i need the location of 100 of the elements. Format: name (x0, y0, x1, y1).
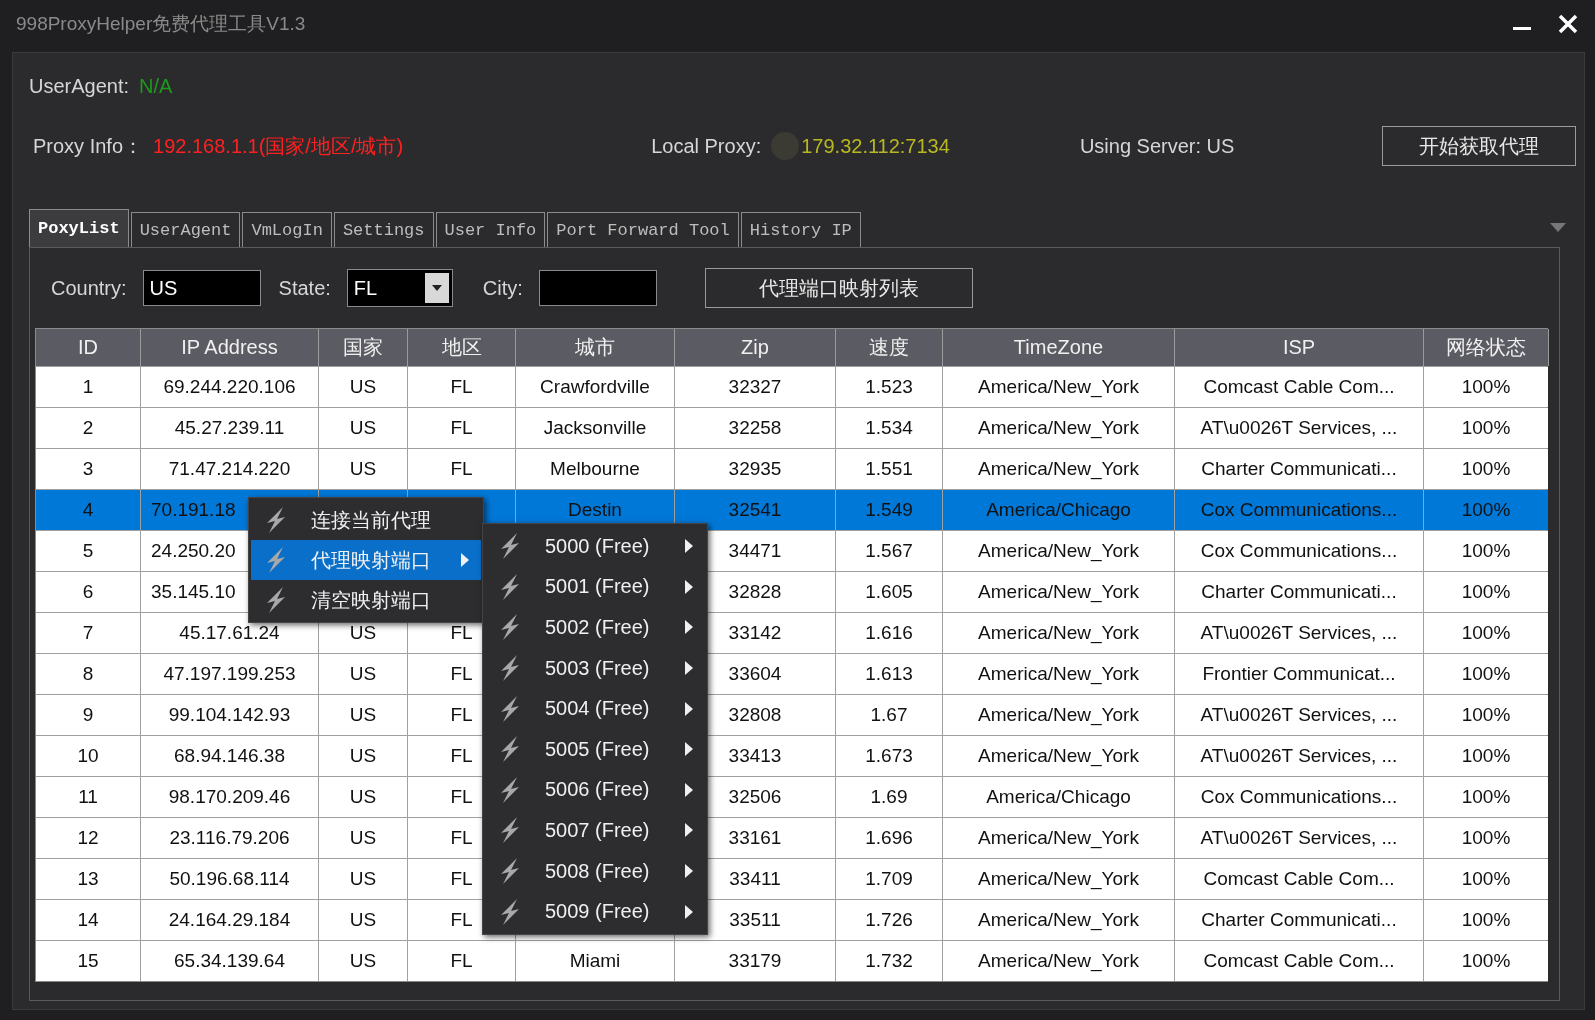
tab[interactable]: User Info (435, 212, 546, 247)
table-cell: 100% (1424, 777, 1548, 817)
table-cell: Jacksonville (516, 408, 674, 448)
table-cell: America/Chicago (943, 777, 1174, 817)
country-label: Country: (51, 276, 127, 300)
table-cell: America/New_York (943, 818, 1174, 858)
table-cell: 50.196.68.114 (141, 859, 318, 899)
table-cell: 99.104.142.93 (141, 695, 318, 735)
table-cell: 1.709 (836, 859, 942, 899)
table-cell: 32258 (675, 408, 835, 448)
table-cell: 100% (1424, 859, 1548, 899)
useragent-label: UserAgent: (29, 74, 130, 98)
table-cell: Comcast Cable Com... (1175, 367, 1423, 407)
table-cell: 4 (36, 490, 140, 530)
table-cell: 32327 (675, 367, 835, 407)
table-cell: AT\u0026T Services, ... (1175, 408, 1423, 448)
table-cell: 100% (1424, 408, 1548, 448)
table-cell: 7 (36, 613, 140, 653)
table-cell: America/New_York (943, 736, 1174, 776)
table-cell: America/New_York (943, 572, 1174, 612)
column-header[interactable]: ISP (1175, 329, 1424, 366)
start-button[interactable]: 开始获取代理 (1382, 126, 1576, 166)
table-cell: 1.696 (836, 818, 942, 858)
table-cell: America/New_York (943, 408, 1174, 448)
table-cell: FL (408, 367, 515, 407)
table-cell: 100% (1424, 736, 1548, 776)
table-cell: US (319, 449, 407, 489)
tab[interactable]: History IP (740, 212, 861, 247)
table-cell: 100% (1424, 695, 1548, 735)
column-header[interactable]: TimeZone (943, 329, 1175, 366)
table-cell: 1.67 (836, 695, 942, 735)
table-cell: America/Chicago (943, 490, 1174, 530)
table-cell: 47.197.199.253 (141, 654, 318, 694)
column-header[interactable]: Zip (675, 329, 836, 366)
table-cell: 68.94.146.38 (141, 736, 318, 776)
table-cell: 100% (1424, 367, 1548, 407)
table-cell: US (319, 777, 407, 817)
server-label: Using Server: US (1079, 134, 1235, 158)
table-cell: 5 (36, 531, 140, 571)
port-map-button[interactable]: 代理端口映射列表 (704, 268, 973, 308)
column-header[interactable]: IP Address (141, 329, 319, 366)
table-cell: 98.170.209.46 (141, 777, 318, 817)
table-cell: 1.616 (836, 613, 942, 653)
table-cell: Charter Communicati... (1175, 900, 1423, 940)
table-cell: US (319, 818, 407, 858)
table-cell: 1.732 (836, 941, 942, 981)
tab[interactable]: PoxyList (29, 209, 129, 247)
table-cell: 10 (36, 736, 140, 776)
table-cell: US (319, 736, 407, 776)
column-header[interactable]: ID (36, 329, 141, 366)
tab[interactable]: Port Forward Tool (547, 212, 739, 247)
table-cell: 3 (36, 449, 140, 489)
table-cell: 8 (36, 654, 140, 694)
country-field[interactable]: US (142, 270, 261, 306)
table-cell: 45.27.239.11 (141, 408, 318, 448)
table-cell: America/New_York (943, 531, 1174, 571)
table-cell: 1.605 (836, 572, 942, 612)
column-header[interactable]: 城市 (516, 329, 675, 366)
column-header[interactable]: 网络状态 (1424, 329, 1549, 366)
table-cell: Comcast Cable Com... (1175, 941, 1423, 981)
state-select[interactable]: FL (346, 269, 453, 307)
table-cell: Frontier Communicat... (1175, 654, 1423, 694)
table-cell: 13 (36, 859, 140, 899)
tab[interactable]: VmLogIn (242, 212, 332, 247)
table-cell: America/New_York (943, 900, 1174, 940)
local-proxy-label: Local Proxy: (651, 134, 762, 158)
table-cell: 100% (1424, 531, 1548, 571)
table-cell: AT\u0026T Services, ... (1175, 613, 1423, 653)
table-cell: 23.116.79.206 (141, 818, 318, 858)
table-cell: 100% (1424, 900, 1548, 940)
menu-item[interactable]: 代理映射端口 (251, 540, 481, 580)
table-cell: Miami (516, 941, 674, 981)
table-cell: US (319, 654, 407, 694)
table-cell: 45.17.61.24 (141, 613, 318, 653)
table-cell: 1.523 (836, 367, 942, 407)
tab[interactable]: Settings (333, 212, 434, 247)
table-cell: US (319, 367, 407, 407)
tab[interactable]: UserAgent (130, 212, 241, 247)
column-header[interactable]: 地区 (408, 329, 516, 366)
table-cell: Crawfordville (516, 367, 674, 407)
table-cell: America/New_York (943, 613, 1174, 653)
table-cell: America/New_York (943, 367, 1174, 407)
table-cell: 100% (1424, 654, 1548, 694)
table-cell: US (319, 695, 407, 735)
table-cell: 24.164.29.184 (141, 900, 318, 940)
column-header[interactable]: 速度 (836, 329, 943, 366)
table-cell: AT\u0026T Services, ... (1175, 736, 1423, 776)
table-cell: US (319, 408, 407, 448)
table-cell: Cox Communications... (1175, 777, 1423, 817)
table-cell: 6 (36, 572, 140, 612)
table-cell: 1.613 (836, 654, 942, 694)
table-cell: FL (408, 449, 515, 489)
table-cell: FL (408, 941, 515, 981)
column-header[interactable]: 国家 (319, 329, 408, 366)
table-cell: 32541 (675, 490, 835, 530)
table-cell: 100% (1424, 941, 1548, 981)
table-cell: 1.69 (836, 777, 942, 817)
table-cell: 14 (36, 900, 140, 940)
table-cell: America/New_York (943, 859, 1174, 899)
table-cell: 11 (36, 777, 140, 817)
